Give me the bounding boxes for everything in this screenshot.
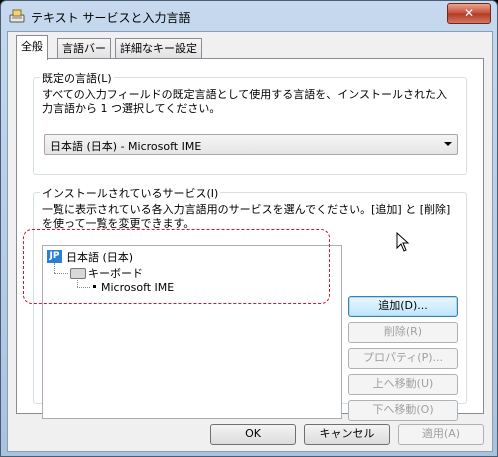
- default-language-dropdown[interactable]: 日本語 (日本) - Microsoft IME: [44, 134, 458, 155]
- tab-advanced-key-settings[interactable]: 詳細なキー設定: [115, 38, 202, 59]
- apply-button[interactable]: 適用(A): [398, 424, 484, 445]
- chevron-down-icon: [444, 142, 452, 146]
- dialog-window: テキスト サービスと入力言語 ✕ 全般 言語バー 詳細なキー設定 既定の言語(L…: [0, 0, 498, 457]
- default-language-value: 日本語 (日本) - Microsoft IME: [50, 140, 202, 153]
- title-bar[interactable]: テキスト サービスと入力言語 ✕: [1, 1, 497, 31]
- tab-language-bar[interactable]: 言語バー: [57, 38, 111, 59]
- keyboard-app-icon: [9, 9, 25, 23]
- installed-services-description: 一覧に表示されている各入力言語用のサービスを選んでください。[追加] と [削除…: [42, 203, 451, 230]
- cancel-button[interactable]: キャンセル: [304, 424, 390, 445]
- red-dashed-highlight: [23, 229, 330, 304]
- tab-general[interactable]: 全般: [16, 35, 48, 60]
- mouse-pointer-icon: [396, 232, 410, 252]
- remove-button[interactable]: 削除(R): [348, 322, 458, 343]
- default-language-description: すべての入力フィールドの既定言語として使用する言語を、インストールされた入力言語…: [42, 88, 448, 115]
- close-button[interactable]: ✕: [447, 3, 491, 24]
- add-button[interactable]: 追加(D)...: [348, 296, 458, 317]
- window-title: テキスト サービスと入力言語: [31, 11, 191, 25]
- ok-button[interactable]: OK: [210, 424, 296, 445]
- move-down-button[interactable]: 下へ移動(O): [348, 400, 458, 421]
- tab-panel-general: 既定の言語(L) すべての入力フィールドの既定言語として使用する言語を、インスト…: [16, 58, 484, 421]
- installed-services-label: インストールされているサービス(I): [40, 185, 221, 201]
- properties-button[interactable]: プロパティ(P)...: [348, 348, 458, 369]
- default-language-group: 既定の言語(L) すべての入力フィールドの既定言語として使用する言語を、インスト…: [33, 70, 467, 175]
- default-language-label: 既定の言語(L): [40, 70, 114, 86]
- dialog-client: 全般 言語バー 詳細なキー設定 既定の言語(L) すべての入力フィールドの既定言…: [7, 31, 493, 452]
- move-up-button[interactable]: 上へ移動(U): [348, 374, 458, 395]
